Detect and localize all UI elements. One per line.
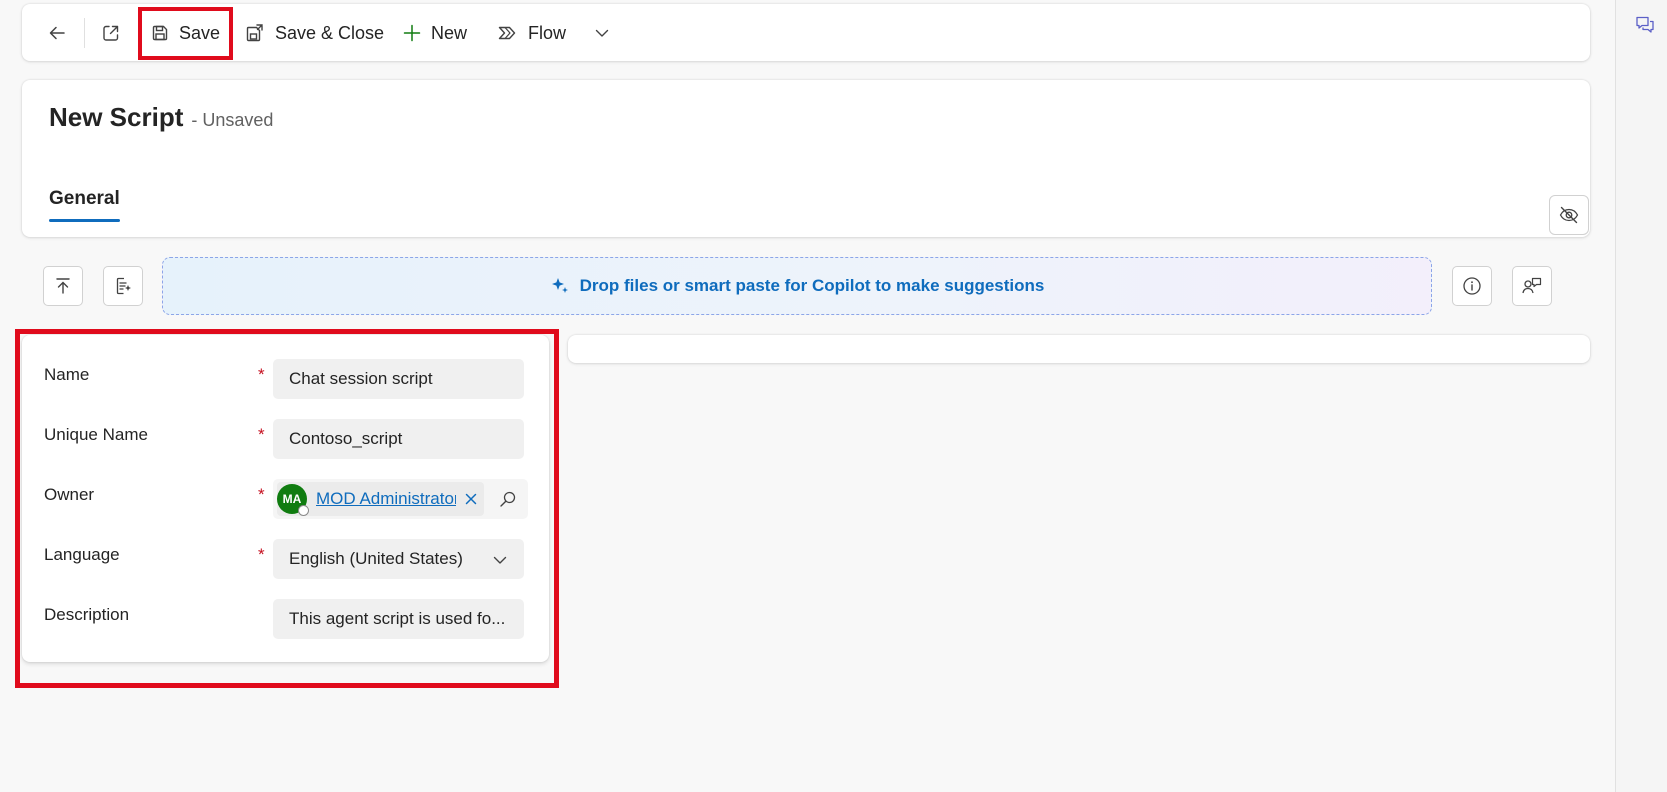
main-area: Save Save & Close New Flow New Script - … — [0, 0, 1615, 792]
language-value: English (United States) — [289, 549, 463, 568]
copilot-dropzone[interactable]: Drop files or smart paste for Copilot to… — [162, 257, 1432, 315]
chat-icon[interactable] — [1634, 14, 1656, 36]
divider — [84, 18, 85, 48]
unique-name-input[interactable]: Contoso_script — [273, 419, 524, 459]
back-button[interactable] — [40, 14, 74, 52]
presence-indicator — [298, 505, 309, 516]
open-in-new-window-icon — [101, 23, 121, 43]
form-header: New Script - Unsaved General — [22, 80, 1590, 237]
name-label: Name — [44, 365, 90, 384]
new-button[interactable]: New — [402, 14, 467, 52]
chevron-down-icon — [594, 25, 610, 41]
owner-link[interactable]: MOD Administrator — [316, 489, 456, 509]
general-section: Name * Chat session script Unique Name *… — [22, 335, 549, 662]
save-icon — [150, 23, 170, 43]
title-row: New Script - Unsaved — [49, 102, 273, 133]
description-label: Description — [44, 605, 130, 624]
language-label: Language — [44, 545, 120, 564]
save-close-icon — [244, 22, 266, 44]
owner-lookup[interactable]: MA MOD Administrator — [273, 479, 528, 519]
save-and-close-label: Save & Close — [275, 22, 385, 43]
name-input[interactable]: Chat session script — [273, 359, 524, 399]
sparkle-icon — [550, 276, 570, 296]
tab-selected-indicator — [49, 219, 120, 222]
avatar-initials: MA — [282, 492, 302, 506]
avatar: MA — [277, 484, 309, 516]
flow-label: Flow — [528, 22, 567, 43]
tab-general-label: General — [49, 188, 120, 209]
save-status: - Unsaved — [191, 110, 274, 130]
open-in-new-window-button[interactable] — [94, 14, 128, 52]
language-select[interactable]: English (United States) — [273, 539, 524, 579]
info-icon — [1462, 276, 1482, 296]
upload-button[interactable] — [43, 266, 83, 306]
eye-off-icon — [1558, 204, 1580, 226]
save-and-close-button[interactable]: Save & Close — [244, 14, 384, 52]
secondary-section — [568, 335, 1590, 363]
hide-header-button[interactable] — [1549, 195, 1589, 235]
feedback-button[interactable] — [1512, 266, 1552, 306]
unique-name-label: Unique Name — [44, 425, 148, 444]
page-title: New Script — [49, 102, 184, 132]
info-button[interactable] — [1452, 266, 1492, 306]
upload-icon — [53, 276, 73, 296]
command-bar: Save Save & Close New Flow — [22, 4, 1590, 61]
search-icon[interactable] — [498, 489, 518, 509]
owner-tag: MA MOD Administrator — [277, 482, 484, 516]
more-commands-dropdown[interactable] — [588, 14, 616, 52]
owner-label: Owner — [44, 485, 95, 504]
right-side-pane — [1615, 0, 1667, 792]
required-marker: * — [258, 545, 265, 564]
chevron-down-icon — [492, 552, 508, 568]
required-marker: * — [258, 425, 265, 444]
flow-button[interactable]: Flow — [497, 14, 566, 52]
tab-general[interactable]: General — [49, 188, 120, 222]
back-arrow-icon — [47, 23, 67, 43]
flow-icon — [497, 23, 519, 43]
required-marker: * — [258, 485, 265, 504]
copilot-dropzone-text: Drop files or smart paste for Copilot to… — [579, 276, 1045, 295]
description-input[interactable]: This agent script is used fo... — [273, 599, 524, 639]
plus-icon — [402, 23, 422, 43]
new-label: New — [431, 22, 468, 43]
document-sparkle-icon — [113, 276, 133, 296]
person-feedback-icon — [1521, 275, 1543, 297]
required-marker: * — [258, 365, 265, 384]
save-label: Save — [179, 22, 221, 43]
save-button[interactable]: Save — [150, 14, 220, 52]
close-icon[interactable] — [464, 492, 478, 506]
form-fill-assist-button[interactable] — [103, 266, 143, 306]
